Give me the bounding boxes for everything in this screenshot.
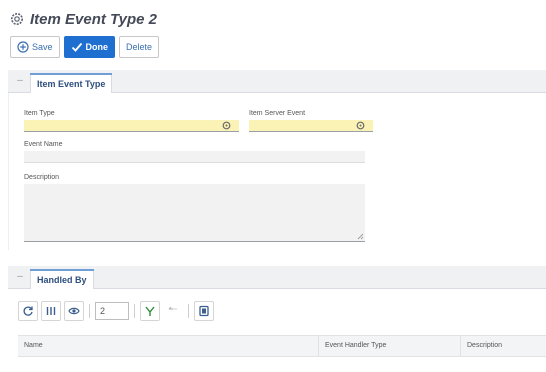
tab-handled-by[interactable]: Handled By bbox=[30, 269, 94, 289]
handled-by-section-header: – Handled By bbox=[8, 266, 546, 289]
item-server-event-label: Item Server Event bbox=[249, 110, 306, 117]
description-textarea[interactable] bbox=[24, 184, 365, 242]
save-button[interactable]: Save bbox=[10, 36, 60, 58]
resize-grip-icon[interactable] bbox=[357, 233, 364, 240]
export-button[interactable] bbox=[194, 301, 214, 321]
view-icon bbox=[68, 307, 80, 315]
item-event-type-form: Item Type Item Server Event Event Name D… bbox=[8, 93, 546, 250]
save-icon bbox=[17, 41, 29, 53]
disconnect-icon bbox=[168, 306, 177, 310]
handled-by-toolbar bbox=[18, 300, 214, 322]
lookup-icon[interactable] bbox=[222, 121, 231, 130]
done-label: Done bbox=[85, 42, 109, 52]
item-event-type-section-header: – Item Event Type bbox=[8, 70, 546, 93]
gear-icon bbox=[11, 13, 23, 25]
tab-handled-by-label: Handled By bbox=[37, 274, 87, 285]
toolbar-separator bbox=[134, 304, 135, 318]
view-button[interactable] bbox=[64, 301, 84, 321]
column-header-description[interactable]: Description bbox=[460, 336, 546, 356]
done-button[interactable]: Done bbox=[63, 36, 116, 58]
page-title: Item Event Type 2 bbox=[30, 10, 157, 28]
delete-label: Delete bbox=[126, 42, 153, 52]
refresh-button[interactable] bbox=[18, 301, 38, 321]
refresh-icon bbox=[23, 306, 33, 316]
save-label: Save bbox=[32, 42, 53, 52]
tab-item-event-type[interactable]: Item Event Type bbox=[30, 73, 113, 93]
event-name-label: Event Name bbox=[24, 141, 63, 148]
tab-item-event-type-label: Item Event Type bbox=[37, 78, 106, 89]
item-type-input[interactable] bbox=[24, 120, 239, 132]
checkmark-icon bbox=[71, 42, 82, 52]
columns-button[interactable] bbox=[41, 301, 61, 321]
event-name-input[interactable] bbox=[24, 151, 365, 163]
delete-button[interactable]: Delete bbox=[119, 36, 160, 58]
column-header-name[interactable]: Name bbox=[18, 336, 318, 356]
collapse-icon[interactable]: – bbox=[14, 271, 26, 283]
handled-by-grid-header: Name Event Handler Type Description bbox=[18, 335, 546, 357]
page-size-input[interactable] bbox=[95, 302, 129, 320]
columns-icon bbox=[46, 307, 56, 315]
disconnect-button[interactable] bbox=[163, 301, 183, 321]
item-server-event-input[interactable] bbox=[249, 120, 373, 132]
column-header-event-handler-type[interactable]: Event Handler Type bbox=[318, 336, 460, 356]
add-relationship-button[interactable] bbox=[140, 301, 160, 321]
item-type-label: Item Type bbox=[24, 110, 55, 117]
lookup-icon[interactable] bbox=[356, 121, 365, 130]
toolbar-separator bbox=[188, 304, 189, 318]
export-icon bbox=[199, 305, 209, 317]
description-label: Description bbox=[24, 174, 60, 181]
toolbar-separator bbox=[89, 304, 90, 318]
collapse-icon[interactable]: – bbox=[14, 75, 26, 87]
title-bar: Item Event Type 2 bbox=[10, 8, 157, 30]
form-toolbar: Save Done Delete bbox=[10, 36, 160, 58]
add-relationship-icon bbox=[145, 306, 155, 316]
